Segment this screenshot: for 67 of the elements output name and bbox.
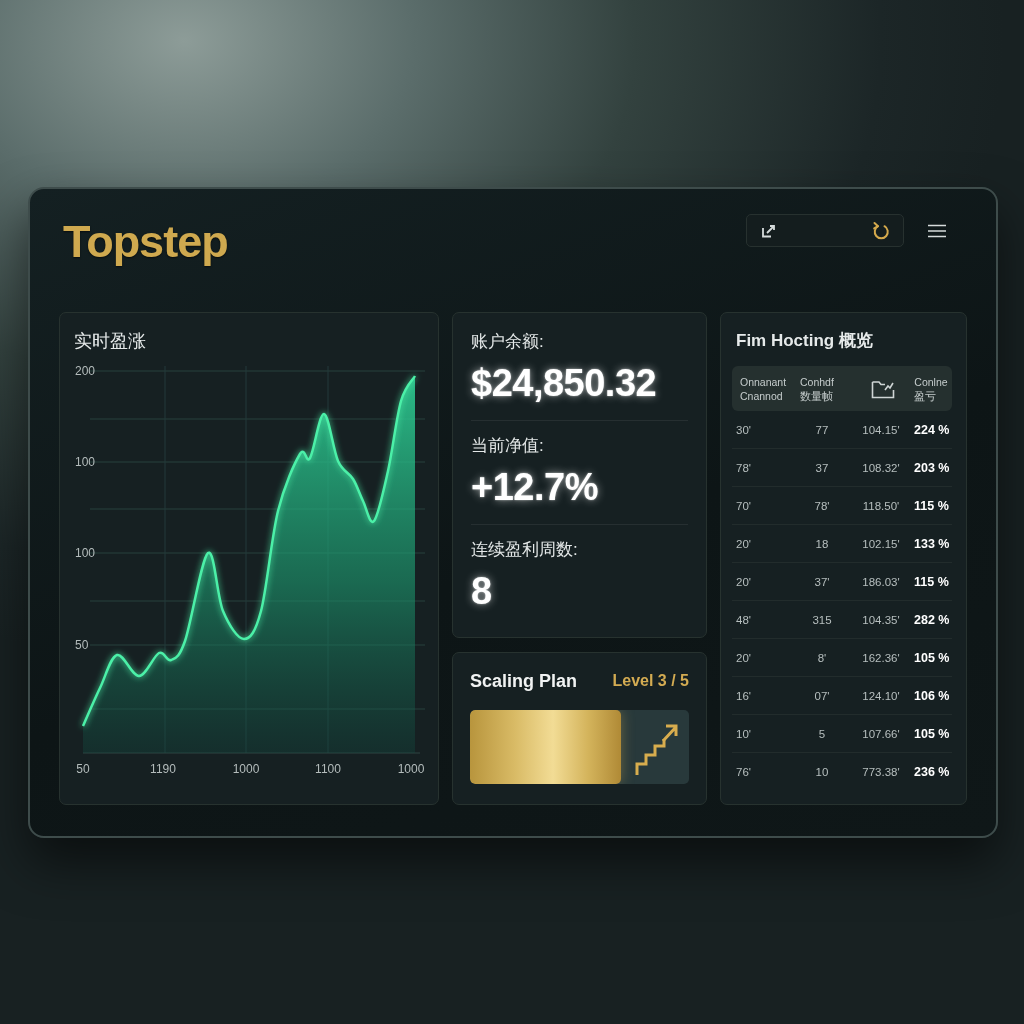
table-cell: 105 % xyxy=(914,726,950,741)
table-cell: 16' xyxy=(736,689,751,702)
table-cell: 10' xyxy=(736,727,751,740)
y-axis-label: 100 xyxy=(75,455,96,469)
table-cell: 107.66' xyxy=(862,727,900,740)
table-cell: 78' xyxy=(814,499,830,512)
column-header: Onnanant Cnannod xyxy=(740,374,788,403)
level-text: Level 3 / 5 xyxy=(612,672,689,690)
table-cell: 07' xyxy=(814,689,830,702)
table-cell: 115 % xyxy=(914,498,949,513)
table-cell: 315 xyxy=(812,613,832,626)
table-cell: 5 xyxy=(818,727,826,740)
x-axis-label: 1000 xyxy=(232,762,260,776)
stairs-arrow-icon xyxy=(633,722,679,776)
table-cell: 124.10' xyxy=(862,689,900,702)
table-cell: 162.36' xyxy=(862,651,900,664)
table-cell: 10 xyxy=(815,766,829,778)
table-cell: 102.15' xyxy=(862,537,900,550)
table-cell: 203 % xyxy=(914,460,950,475)
circular-arrow-icon[interactable] xyxy=(872,220,890,241)
table-cell: 773.38' xyxy=(862,766,900,778)
table-cell: 108.32' xyxy=(862,461,900,474)
logo-text: Topstep xyxy=(63,216,228,268)
table-cell: 48' xyxy=(736,613,751,626)
folder-icon xyxy=(871,378,895,399)
table-title: Fim Hocting 概览 xyxy=(735,330,874,352)
metric-value: $24,850.32 xyxy=(471,361,657,405)
table-cell: 77 xyxy=(815,423,829,436)
column-header: Conhdf 数量帧 xyxy=(800,374,835,403)
metric-value: 8 xyxy=(471,569,492,613)
y-axis-label: 50 xyxy=(75,638,89,652)
table-cell: 8' xyxy=(817,651,827,664)
table-cell: 236 % xyxy=(914,765,950,779)
metric-label: 账户余额: xyxy=(471,331,544,353)
y-axis-label: 200 xyxy=(75,364,96,378)
table-cell: 104.15' xyxy=(862,423,900,436)
column-header: Conlne 盈亏 xyxy=(914,374,948,403)
table-cell: 70' xyxy=(736,499,751,512)
table-cell: 104.35' xyxy=(862,613,900,626)
y-axis-label: 100 xyxy=(75,546,96,560)
scaling-title: Scaling Plan xyxy=(470,670,578,692)
x-axis-label: 1100 xyxy=(315,762,341,776)
table-cell: 186.03' xyxy=(862,575,900,588)
table-cell: 78' xyxy=(736,461,751,474)
metric-label: 当前净值: xyxy=(471,435,544,457)
table-cell: 133 % xyxy=(914,536,950,551)
table-cell: 37 xyxy=(815,461,829,474)
table-cell: 37' xyxy=(814,575,830,588)
table-cell: 18 xyxy=(815,537,829,550)
table-cell: 106 % xyxy=(914,688,950,703)
x-axis-label: 1190 xyxy=(150,762,176,776)
x-axis-label: 1000 xyxy=(397,762,425,776)
table-cell: 115 % xyxy=(914,574,949,589)
menu-icon[interactable] xyxy=(928,223,946,238)
table-cell: 224 % xyxy=(914,422,950,437)
table-cell: 118.50' xyxy=(862,499,900,512)
table-cell: 105 % xyxy=(914,650,950,665)
table-cell: 76' xyxy=(736,766,751,778)
table-cell: 20' xyxy=(736,575,751,588)
x-axis-label: 50 xyxy=(76,762,90,776)
table-cell: 20' xyxy=(736,537,751,550)
metric-label: 连续盈利周数: xyxy=(471,539,578,561)
table-cell: 20' xyxy=(736,651,751,664)
chart-title: 实时盈涨 xyxy=(74,330,146,353)
table-cell: 282 % xyxy=(914,612,950,627)
table-cell: 30' xyxy=(736,423,751,436)
metric-value: +12.7% xyxy=(471,465,598,509)
